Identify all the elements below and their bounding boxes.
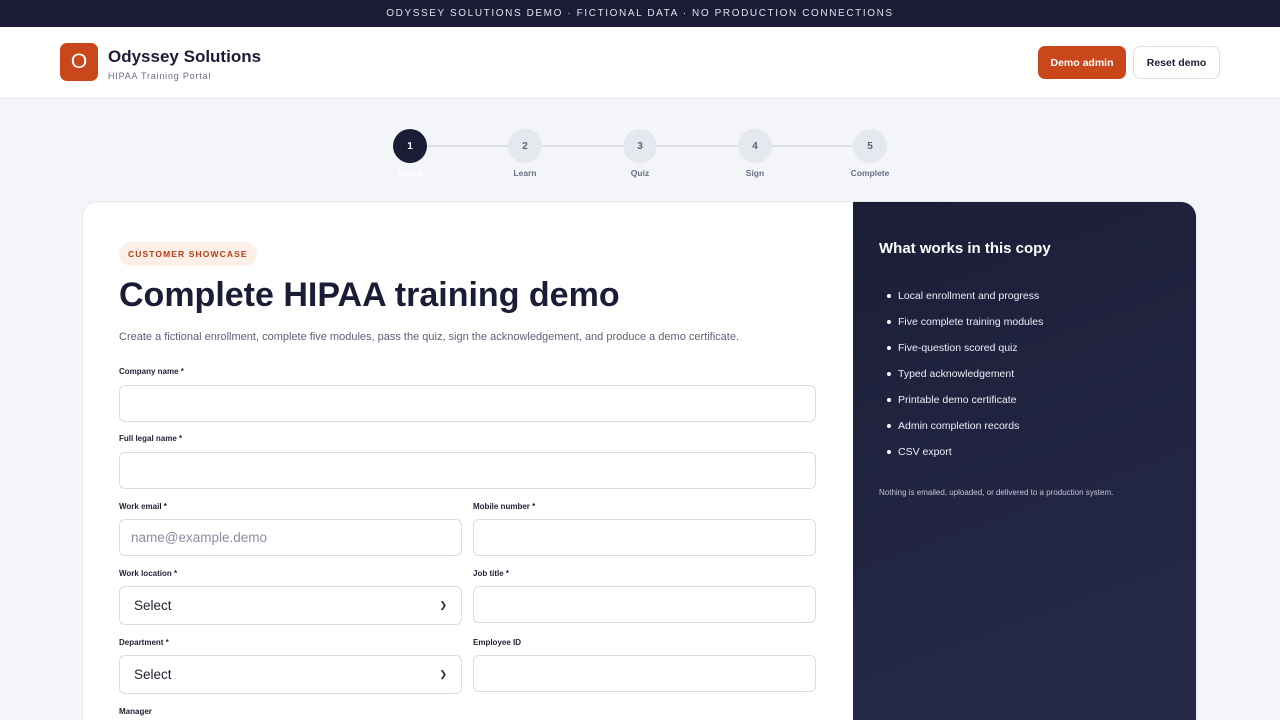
company-name-label: Company name * [119, 367, 184, 376]
step-number: 3 [623, 129, 657, 163]
list-item: Typed acknowledgement [879, 361, 1043, 387]
feature-text: Local enrollment and progress [898, 290, 1040, 302]
work-location-selected: Select [134, 598, 172, 613]
step-number: 2 [508, 129, 542, 163]
bullet-icon [887, 372, 891, 376]
mobile-number-label: Mobile number * [473, 502, 536, 511]
enrollment-form: CUSTOMER SHOWCASE Complete HIPAA trainin… [83, 202, 853, 720]
feature-text: Five-question scored quiz [898, 342, 1018, 354]
department-selected: Select [134, 667, 172, 682]
bullet-icon [887, 346, 891, 350]
list-item: CSV export [879, 439, 1043, 465]
page-title: Complete HIPAA training demo [119, 276, 620, 314]
showcase-badge: CUSTOMER SHOWCASE [119, 242, 257, 266]
step-quiz[interactable]: 3 Quiz [600, 129, 680, 178]
brand-logo[interactable]: O [60, 43, 98, 81]
brand-subtitle: HIPAA Training Portal [108, 71, 212, 81]
list-item: Admin completion records [879, 413, 1043, 439]
step-label: Quiz [630, 168, 650, 178]
step-label: Complete [850, 168, 890, 178]
enrollment-card: CUSTOMER SHOWCASE Complete HIPAA trainin… [82, 201, 1197, 720]
work-location-label: Work location * [119, 569, 178, 578]
demo-admin-button[interactable]: Demo admin [1038, 46, 1126, 79]
feature-text: Five complete training modules [898, 316, 1044, 328]
page-description: Create a fictional enrollment, complete … [119, 331, 740, 343]
site-header: O Odyssey Solutions HIPAA Training Porta… [0, 27, 1280, 99]
full-legal-name-input[interactable] [119, 452, 816, 489]
step-label: Sign [745, 168, 765, 178]
feature-text: Admin completion records [898, 420, 1020, 432]
bullet-icon [887, 294, 891, 298]
feature-text: Printable demo certificate [898, 394, 1017, 406]
department-label: Department * [119, 638, 169, 647]
employee-id-input[interactable] [473, 655, 816, 692]
features-title: What works in this copy [879, 240, 1051, 257]
department-select[interactable]: Select ❯ [119, 655, 462, 694]
brand-name: Odyssey Solutions [108, 47, 262, 66]
chevron-down-icon: ❯ [439, 600, 447, 610]
bullet-icon [887, 424, 891, 428]
job-title-label: Job title * [473, 569, 510, 578]
mobile-number-input[interactable] [473, 519, 816, 556]
list-item: Printable demo certificate [879, 387, 1043, 413]
step-sign[interactable]: 4 Sign [715, 129, 795, 178]
privacy-note: Nothing is emailed, uploaded, or deliver… [879, 488, 1114, 497]
company-name-input[interactable] [119, 385, 816, 422]
list-item: Five-question scored quiz [879, 335, 1043, 361]
bullet-icon [887, 320, 891, 324]
chevron-down-icon: ❯ [439, 669, 447, 679]
step-label: Enroll [397, 168, 423, 178]
step-number: 4 [738, 129, 772, 163]
step-label: Learn [513, 168, 537, 178]
bullet-icon [887, 398, 891, 402]
step-complete[interactable]: 5 Complete [830, 129, 910, 178]
manager-label: Manager [119, 707, 152, 716]
step-number: 5 [853, 129, 887, 163]
list-item: Local enrollment and progress [879, 283, 1043, 309]
features-panel: What works in this copy Local enrollment… [853, 202, 1196, 720]
full-legal-name-label: Full legal name * [119, 434, 183, 443]
reset-demo-button[interactable]: Reset demo [1133, 46, 1220, 79]
job-title-input[interactable] [473, 586, 816, 623]
brand-logo-letter: O [70, 50, 88, 73]
list-item: Five complete training modules [879, 309, 1043, 335]
step-learn[interactable]: 2 Learn [485, 129, 565, 178]
work-email-input[interactable] [119, 519, 462, 556]
work-location-select[interactable]: Select ❯ [119, 586, 462, 625]
work-email-label: Work email * [119, 502, 167, 511]
demo-banner-text: ODYSSEY SOLUTIONS DEMO · FICTIONAL DATA … [386, 8, 894, 19]
feature-text: CSV export [898, 446, 952, 458]
step-number: 1 [393, 129, 427, 163]
step-enroll[interactable]: 1 Enroll [370, 129, 450, 178]
features-list: Local enrollment and progress Five compl… [879, 283, 1043, 465]
bullet-icon [887, 450, 891, 454]
employee-id-label: Employee ID [473, 638, 522, 647]
feature-text: Typed acknowledgement [898, 368, 1015, 380]
demo-banner: ODYSSEY SOLUTIONS DEMO · FICTIONAL DATA … [0, 0, 1280, 27]
progress-stepper: 1 Enroll 2 Learn 3 Quiz 4 Sign 5 Complet… [0, 129, 1280, 189]
